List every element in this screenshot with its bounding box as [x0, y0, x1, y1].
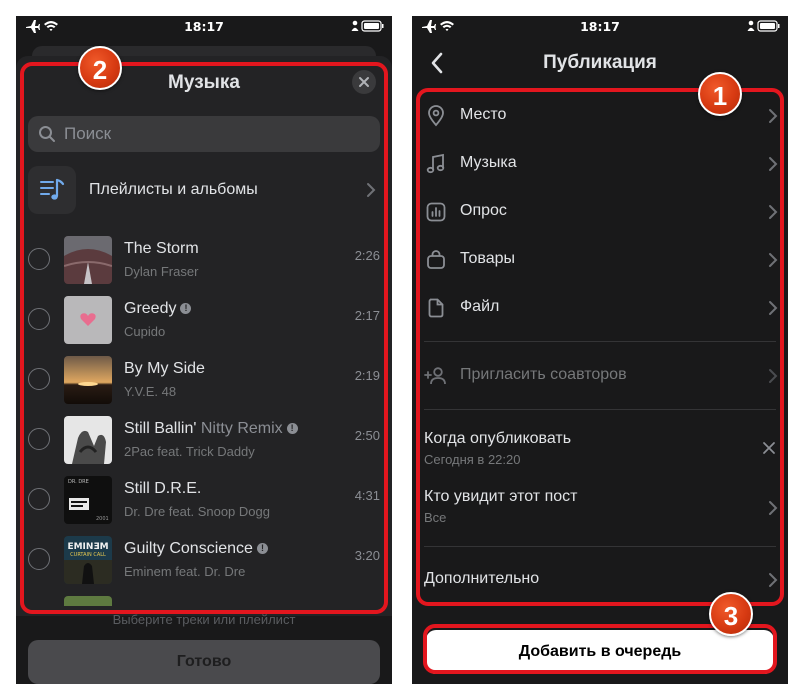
person-battery-icons [746, 19, 780, 33]
status-bar: 18:17 [412, 16, 788, 38]
person-battery-icons [350, 19, 384, 33]
highlight-box-music [20, 62, 388, 614]
clock: 18:17 [184, 19, 224, 34]
highlight-box-publication [416, 88, 784, 606]
clock: 18:17 [580, 19, 620, 34]
step-badge-1: 1 [698, 72, 742, 116]
status-bar: 18:17 [16, 16, 392, 38]
done-button[interactable]: Готово [28, 640, 380, 684]
step-badge-3: 3 [709, 592, 753, 636]
selection-hint: Выберите треки или плейлист [112, 612, 296, 627]
step-badge-2: 2 [78, 46, 122, 90]
page-title: Публикация [543, 52, 657, 73]
